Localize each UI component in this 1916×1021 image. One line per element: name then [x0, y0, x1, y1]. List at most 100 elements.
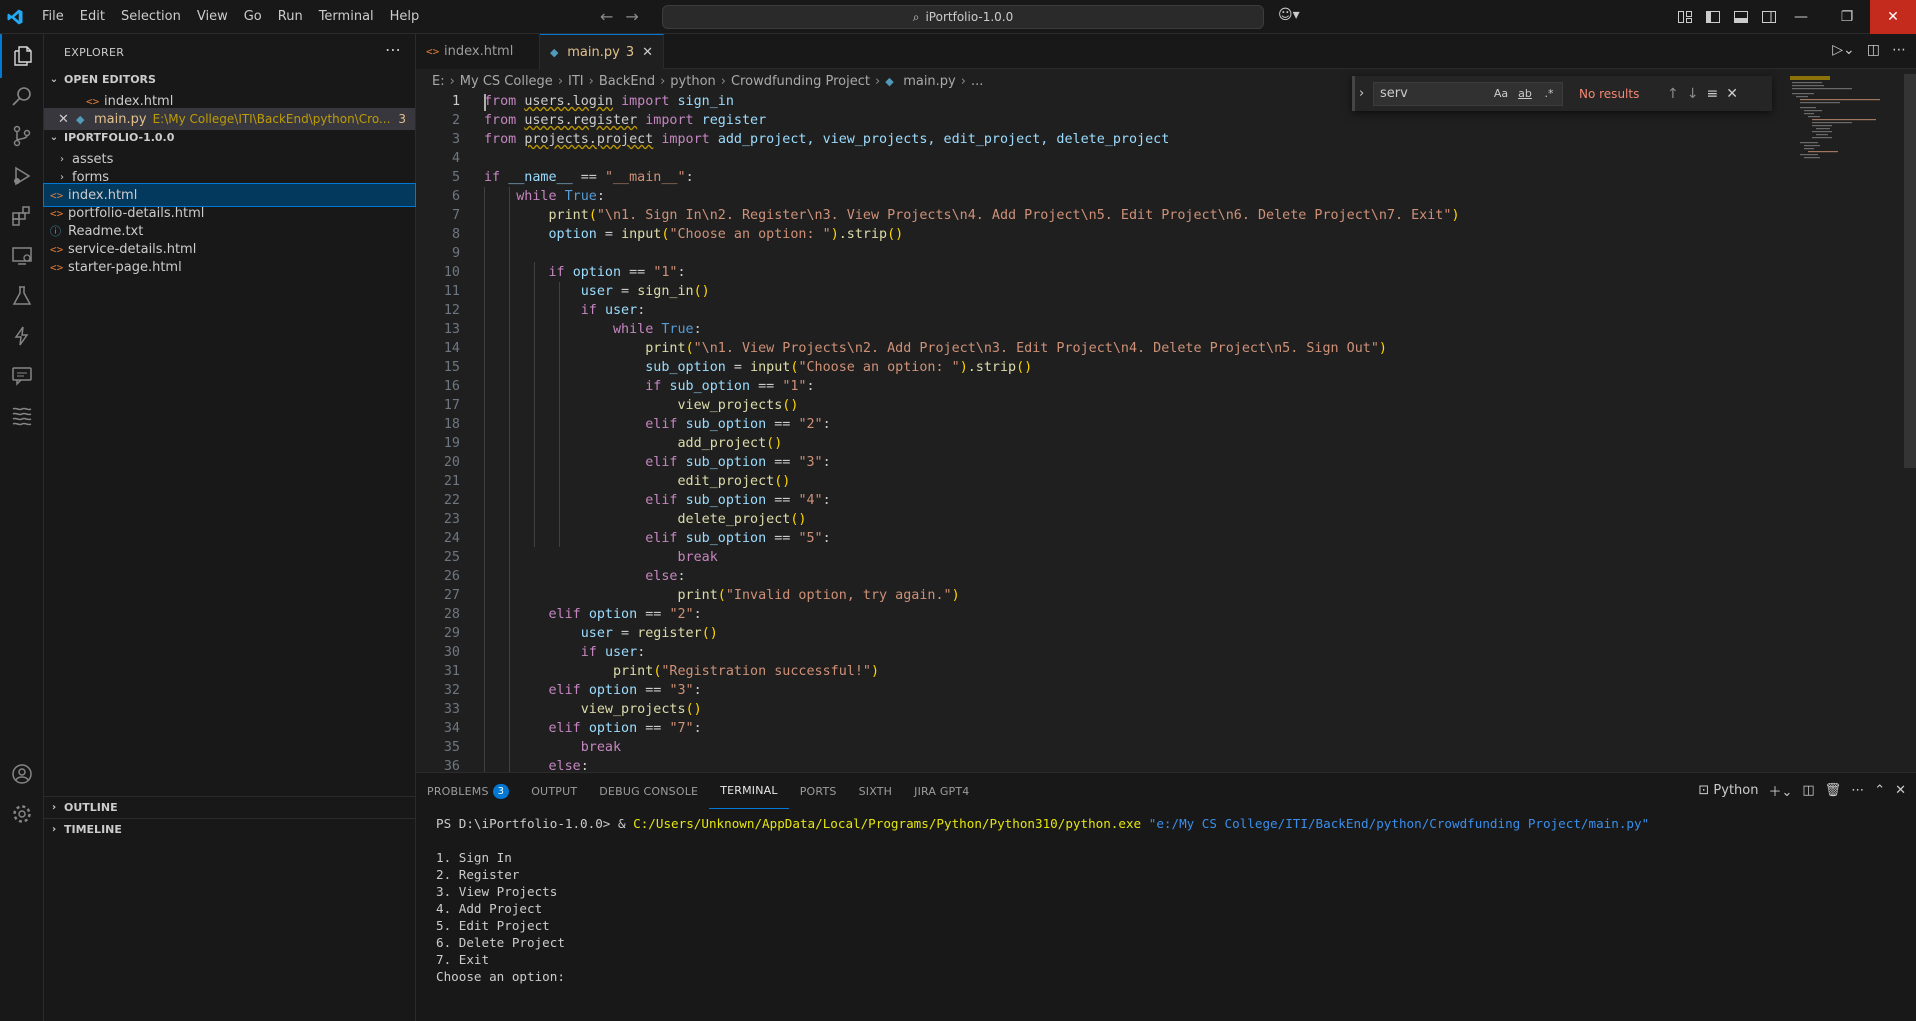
- tab-terminal[interactable]: TERMINAL: [709, 773, 789, 809]
- terminal-shell-selector[interactable]: ⊡ Python: [1698, 783, 1758, 798]
- menu-help[interactable]: Help: [382, 5, 428, 29]
- breadcrumb-item[interactable]: ITI: [568, 74, 584, 89]
- tab-sixth[interactable]: SIXTH: [848, 773, 904, 809]
- title-bar: File Edit Selection View Go Run Terminal…: [0, 0, 1916, 34]
- chevron-down-icon: ⌄: [49, 73, 59, 85]
- settings-gear-icon[interactable]: [0, 792, 44, 836]
- menu-terminal[interactable]: Terminal: [311, 5, 382, 29]
- code-line: 23 delete_project(): [443, 512, 807, 527]
- menu-file[interactable]: File: [34, 5, 72, 29]
- find-widget: › Aa ab .* No results ↑ ↓ ≡ ✕: [1352, 76, 1772, 111]
- testing-flask-icon[interactable]: [0, 274, 44, 318]
- code-line: 29 user = register(): [443, 626, 718, 641]
- run-python-icon[interactable]: ▷⌄: [1832, 42, 1855, 58]
- breadcrumb-item[interactable]: BackEnd: [599, 74, 655, 89]
- code-line: 34 elif option == "7":: [443, 721, 702, 736]
- forward-arrow-icon[interactable]: →: [625, 7, 638, 26]
- toggle-primary-sidebar-icon[interactable]: [1700, 5, 1726, 29]
- breadcrumb-item[interactable]: E:: [432, 74, 445, 89]
- terminal-line: 7. Exit: [436, 952, 490, 967]
- new-terminal-icon[interactable]: ＋⌄: [1768, 781, 1792, 800]
- open-editors-header[interactable]: ⌄ OPEN EDITORS: [44, 68, 416, 90]
- back-arrow-icon[interactable]: ←: [600, 7, 613, 26]
- code-line: 4: [451, 151, 460, 166]
- chevron-right-icon: ›: [60, 153, 64, 165]
- breadcrumb-item[interactable]: python: [670, 74, 715, 89]
- restore-icon[interactable]: ❐: [1824, 0, 1870, 34]
- close-window-icon[interactable]: ✕: [1870, 0, 1916, 34]
- waves-icon[interactable]: [0, 394, 44, 438]
- tab-debug-console[interactable]: DEBUG CONSOLE: [588, 773, 709, 809]
- problems-badge: 3: [492, 783, 510, 799]
- maximize-panel-icon[interactable]: ⌃: [1874, 783, 1885, 798]
- tab-index-html[interactable]: <> index.html: [416, 34, 540, 69]
- code-line: 16 if sub_option == "1":: [443, 379, 815, 394]
- more-actions-icon[interactable]: ⋯: [1851, 783, 1864, 798]
- more-actions-icon[interactable]: ⋯: [1892, 42, 1906, 58]
- close-panel-icon[interactable]: ✕: [1895, 783, 1906, 798]
- menu-view[interactable]: View: [189, 5, 236, 29]
- command-center[interactable]: ⌕ iPortfolio-1.0.0: [662, 5, 1264, 29]
- code-line: 15 sub_option = input("Choose an option:…: [443, 360, 1033, 375]
- minimize-icon[interactable]: —: [1778, 0, 1824, 34]
- find-in-selection-icon[interactable]: ≡: [1706, 86, 1718, 102]
- menu-selection[interactable]: Selection: [113, 5, 189, 29]
- lightning-icon[interactable]: [0, 314, 44, 358]
- next-match-icon[interactable]: ↓: [1687, 86, 1699, 102]
- tree-file-starter-page[interactable]: <> starter-page.html: [44, 256, 415, 278]
- toggle-panel-icon[interactable]: [1728, 5, 1754, 29]
- minimap[interactable]: [1790, 76, 1890, 166]
- panel-actions: ⊡ Python ＋⌄ ◫ 🗑 ⋯ ⌃ ✕: [1698, 781, 1906, 800]
- code-line: 18 elif sub_option == "2":: [443, 417, 831, 432]
- account-icon[interactable]: [0, 752, 44, 796]
- close-find-icon[interactable]: ✕: [1726, 86, 1738, 102]
- editor-scrollbar[interactable]: [1904, 74, 1916, 468]
- copilot-icon[interactable]: ☺▾: [1278, 7, 1300, 23]
- tab-output[interactable]: OUTPUT: [520, 773, 588, 809]
- run-debug-icon[interactable]: [0, 154, 44, 198]
- use-regex-toggle[interactable]: .*: [1539, 87, 1559, 100]
- tab-ports[interactable]: PORTS: [789, 773, 848, 809]
- menu-run[interactable]: Run: [270, 5, 311, 29]
- terminal-line: 6. Delete Project: [436, 935, 565, 950]
- source-control-icon[interactable]: [0, 114, 44, 158]
- kill-terminal-trash-icon[interactable]: 🗑: [1825, 783, 1842, 798]
- timeline-header[interactable]: › TIMELINE: [44, 818, 416, 840]
- editor-actions: ▷⌄ ◫ ⋯: [1832, 42, 1906, 58]
- breadcrumb-item[interactable]: Crowdfunding Project: [731, 74, 870, 89]
- tab-jira-gpt4[interactable]: JIRA GPT4: [903, 773, 980, 809]
- tab-main-py[interactable]: ◆ main.py 3 ✕: [540, 34, 664, 69]
- search-icon[interactable]: [0, 74, 44, 118]
- terminal-output[interactable]: PS D:\iPortfolio-1.0.0> & C:/Users/Unkno…: [436, 815, 1876, 985]
- menu-edit[interactable]: Edit: [72, 5, 113, 29]
- code-editor[interactable]: 1 from users.login import sign_in 2 from u…: [416, 92, 1786, 772]
- remote-explorer-icon[interactable]: [0, 234, 44, 278]
- tab-problems[interactable]: PROBLEMS 3: [416, 773, 520, 809]
- code-line: 25 break: [443, 550, 718, 565]
- code-line: 27 print("Invalid option, try again."): [443, 588, 960, 603]
- match-case-toggle[interactable]: Aa: [1491, 87, 1511, 100]
- chevron-right-icon: ›: [60, 171, 64, 183]
- close-editor-icon[interactable]: ✕: [58, 112, 72, 127]
- breadcrumb-item[interactable]: My CS College: [460, 74, 553, 89]
- breadcrumb-item[interactable]: main.py: [903, 74, 956, 89]
- vscode-logo-icon[interactable]: [6, 8, 24, 26]
- chat-icon[interactable]: [0, 354, 44, 398]
- customize-layout-icon[interactable]: [1672, 5, 1698, 29]
- previous-match-icon[interactable]: ↑: [1667, 86, 1679, 102]
- project-header[interactable]: ⌄ IPORTFOLIO-1.0.0: [44, 126, 416, 148]
- match-whole-word-toggle[interactable]: ab: [1515, 87, 1535, 100]
- split-terminal-icon[interactable]: ◫: [1802, 783, 1814, 798]
- html-file-icon: <>: [86, 94, 100, 108]
- code-line: 17 view_projects(): [443, 398, 799, 413]
- extensions-icon[interactable]: [0, 194, 44, 238]
- breadcrumb-item[interactable]: ...: [971, 74, 983, 89]
- explorer-icon[interactable]: [0, 34, 44, 78]
- python-file-icon: ◆: [885, 74, 894, 88]
- close-tab-icon[interactable]: ✕: [642, 45, 653, 60]
- menu-go[interactable]: Go: [236, 5, 270, 29]
- outline-header[interactable]: › OUTLINE: [44, 796, 416, 818]
- more-actions-icon[interactable]: ⋯: [385, 40, 401, 59]
- toggle-replace-chevron-icon[interactable]: ›: [1359, 86, 1364, 101]
- split-editor-icon[interactable]: ◫: [1867, 42, 1880, 58]
